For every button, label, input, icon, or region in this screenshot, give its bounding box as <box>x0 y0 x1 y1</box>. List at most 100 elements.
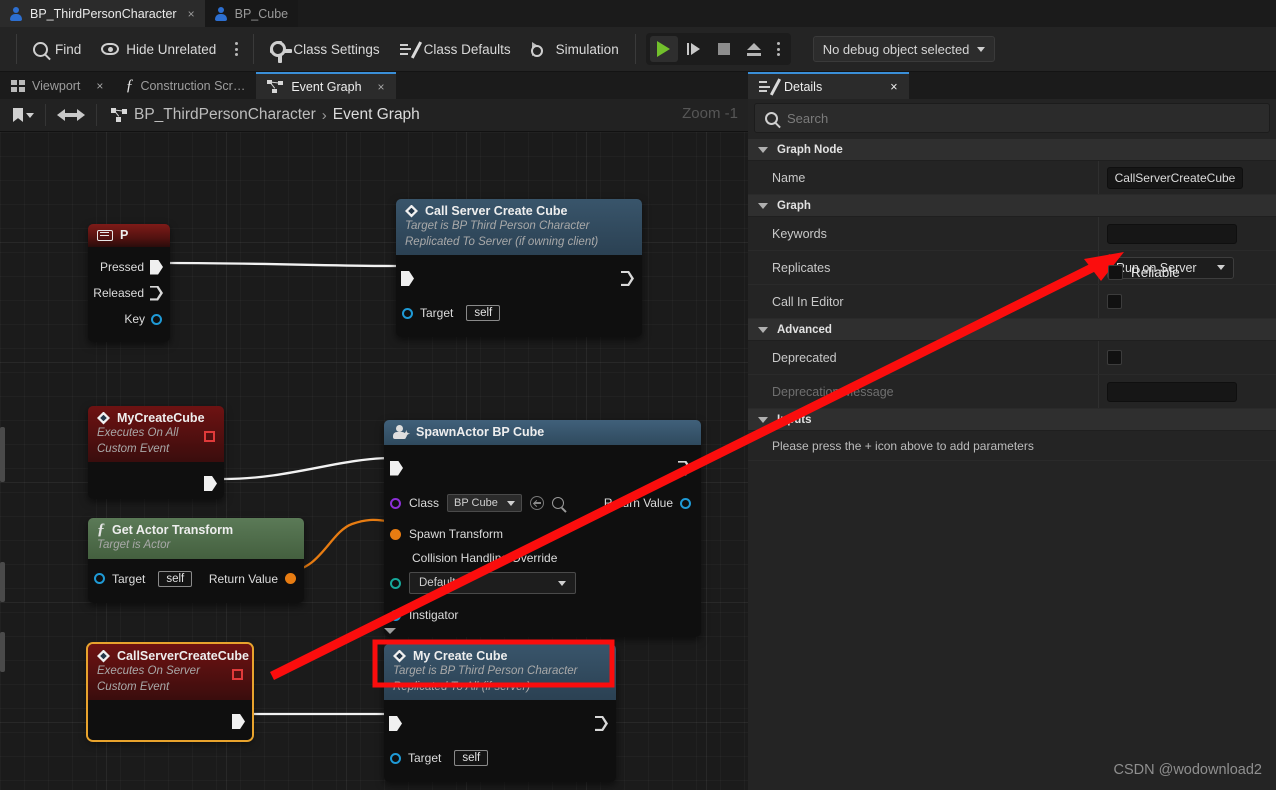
node-header: Call Server Create Cube Target is BP Thi… <box>396 199 642 256</box>
exec-pin-out[interactable] <box>621 271 634 286</box>
event-graph-canvas[interactable]: P Pressed Released Key Call Server Creat… <box>0 132 748 790</box>
pin-row-exec-out[interactable] <box>88 710 252 732</box>
tab-construction-script[interactable]: ƒ Construction Scr… <box>114 72 257 99</box>
tab-event-graph[interactable]: Event Graph × <box>256 72 396 99</box>
bookmark-button[interactable] <box>7 99 40 132</box>
class-defaults-button[interactable]: Class Defaults <box>390 27 521 72</box>
pin-label: Target <box>112 571 146 586</box>
class-select[interactable]: BP Cube <box>447 494 522 512</box>
pin-row-target[interactable]: Target self <box>396 301 642 325</box>
step-button[interactable] <box>680 36 708 62</box>
data-pin-key[interactable] <box>151 313 162 325</box>
breadcrumb-root[interactable]: BP_ThirdPersonCharacter <box>134 106 316 124</box>
divider <box>45 104 46 126</box>
data-pin-collision-handling[interactable] <box>390 577 401 589</box>
data-pin-instigator[interactable] <box>390 609 401 621</box>
exec-pin-released[interactable] <box>150 286 163 301</box>
debug-object-select[interactable]: No debug object selected <box>812 36 996 62</box>
node-call-server-create-cube[interactable]: Call Server Create Cube Target is BP Thi… <box>396 199 642 338</box>
keywords-field[interactable] <box>1107 223 1237 244</box>
close-icon[interactable]: × <box>378 80 385 94</box>
section-header-inputs[interactable]: Inputs <box>748 409 1276 431</box>
section-header-advanced[interactable]: Advanced <box>748 319 1276 341</box>
exec-pin-in[interactable] <box>389 715 402 731</box>
pin-row-target[interactable]: Target self <box>384 746 616 770</box>
target-value-field[interactable]: self <box>454 750 489 767</box>
section-header-graph-node[interactable]: Graph Node <box>748 139 1276 161</box>
pin-row-exec[interactable] <box>396 265 642 291</box>
pin-row-pressed[interactable]: Pressed <box>88 254 170 280</box>
overflow-kebab-icon[interactable] <box>226 27 247 72</box>
exec-pin-out[interactable] <box>595 716 608 731</box>
pin-row-class[interactable]: Class BP Cube Return Value <box>384 489 701 517</box>
exec-pin-in[interactable] <box>390 460 403 476</box>
data-pin-target[interactable] <box>402 307 413 319</box>
node-spawnactor-bp-cube[interactable]: ✦ SpawnActor BP Cube Class BP Cube Retur… <box>384 420 701 651</box>
data-pin-target[interactable] <box>94 573 105 585</box>
pin-row-key[interactable]: Key <box>88 306 170 332</box>
node-callservercreatecube-event[interactable]: CallServerCreateCube Executes On Server … <box>88 644 252 741</box>
close-icon[interactable]: × <box>96 79 103 93</box>
deprecated-checkbox[interactable] <box>1107 350 1122 365</box>
play-options-kebab-icon[interactable] <box>770 36 787 62</box>
play-button[interactable] <box>649 36 678 62</box>
pin-row-exec-out[interactable] <box>88 472 224 494</box>
data-pin-target[interactable] <box>390 752 401 764</box>
node-my-create-cube-call[interactable]: My Create Cube Target is BP Third Person… <box>384 644 616 783</box>
pin-row-collision[interactable]: Default <box>384 568 701 598</box>
bookmark-icon <box>13 108 23 122</box>
canvas-scrollbar[interactable] <box>0 632 5 672</box>
exec-pin-out[interactable] <box>678 461 691 476</box>
hide-unrelated-button[interactable]: Hide Unrelated <box>91 27 226 72</box>
browse-back-icon[interactable] <box>529 496 544 510</box>
pin-row-exec[interactable] <box>384 455 701 481</box>
data-pin-class[interactable] <box>390 497 401 509</box>
target-value-field[interactable]: self <box>158 570 193 587</box>
target-value-field[interactable]: self <box>466 305 501 322</box>
canvas-scrollbar[interactable] <box>0 427 5 482</box>
exec-pin-pressed[interactable] <box>150 259 163 275</box>
tab-viewport[interactable]: Viewport × <box>0 72 115 99</box>
exec-pin-in[interactable] <box>401 270 414 286</box>
call-in-editor-checkbox[interactable] <box>1107 294 1122 309</box>
pin-row-exec[interactable] <box>384 710 616 736</box>
name-field[interactable]: CallServerCreateCube <box>1107 166 1243 189</box>
reliable-checkbox[interactable] <box>1108 265 1123 280</box>
tab-details[interactable]: Details × <box>748 72 909 99</box>
custom-event-icon <box>97 411 110 425</box>
divider <box>634 34 636 64</box>
node-title: MyCreateCube <box>117 411 205 425</box>
collision-handling-select[interactable]: Default <box>409 572 576 594</box>
search-icon[interactable] <box>551 497 564 509</box>
exec-pin-out[interactable] <box>204 475 217 491</box>
details-search[interactable]: Search <box>754 103 1270 133</box>
node-key-p[interactable]: P Pressed Released Key <box>88 224 170 342</box>
node-get-actor-transform[interactable]: ƒ Get Actor Transform Target is Actor Ta… <box>88 518 304 603</box>
pin-row-spawn-transform[interactable]: Spawn Transform <box>384 521 701 547</box>
back-button[interactable] <box>51 99 72 132</box>
data-pin-spawn-transform[interactable] <box>390 528 401 540</box>
class-defaults-label: Class Defaults <box>423 41 511 57</box>
data-pin-return-value[interactable] <box>285 573 296 585</box>
stop-button[interactable] <box>710 36 738 62</box>
asset-tab-bp-cube[interactable]: BP_Cube <box>204 0 299 27</box>
pin-row-target[interactable]: Target self Return Value <box>88 567 304 591</box>
node-subtitle-2: Replicated To Server (if owning client) <box>405 235 599 248</box>
find-button[interactable]: Find <box>23 27 91 72</box>
node-mycreatecube-event[interactable]: MyCreateCube Executes On All Custom Even… <box>88 406 224 500</box>
forward-button[interactable] <box>70 99 91 132</box>
eject-button[interactable] <box>740 36 768 62</box>
canvas-scrollbar[interactable] <box>0 562 5 602</box>
pin-row-instigator[interactable]: Instigator <box>384 602 701 628</box>
exec-pin-out[interactable] <box>232 713 245 729</box>
pin-row-released[interactable]: Released <box>88 280 170 306</box>
pin-label: Target <box>408 751 442 766</box>
simulation-button[interactable]: Simulation <box>521 27 629 72</box>
close-icon[interactable]: × <box>188 7 195 21</box>
asset-tab-bp-thirdpersoncharacter[interactable]: BP_ThirdPersonCharacter × <box>0 0 205 27</box>
class-settings-button[interactable]: Class Settings <box>260 27 389 72</box>
section-header-graph[interactable]: Graph <box>748 195 1276 217</box>
node-title-row: ƒ Get Actor Transform <box>97 522 294 538</box>
close-icon[interactable]: × <box>890 80 897 94</box>
data-pin-return-value[interactable] <box>680 497 691 509</box>
